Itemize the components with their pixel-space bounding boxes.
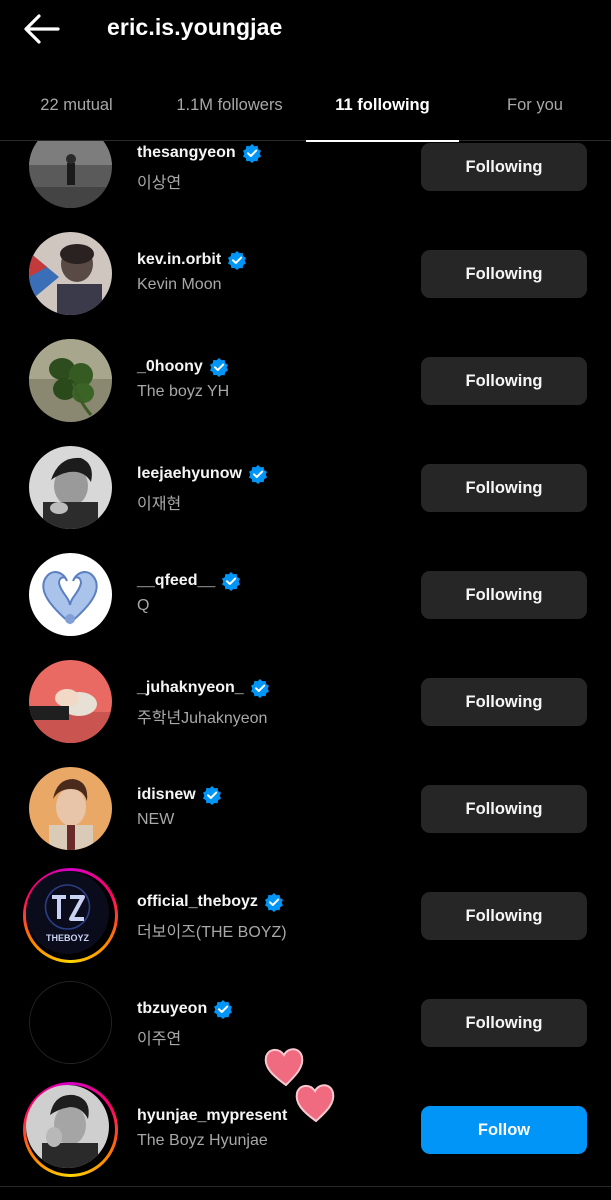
avatar[interactable]: THEBOYZ — [26, 871, 109, 954]
username[interactable]: idisnew — [137, 786, 196, 804]
avatar[interactable] — [29, 339, 112, 422]
verified-badge-icon — [209, 358, 228, 377]
following-button[interactable]: Following — [421, 357, 587, 405]
verified-badge-icon — [214, 1000, 233, 1019]
username[interactable]: _juhaknyeon_ — [137, 679, 244, 697]
full-name: 이재현 — [137, 496, 182, 513]
avatar[interactable] — [26, 1085, 109, 1168]
list-item[interactable]: thesangyeon 이상연 Following — [0, 141, 611, 220]
following-button[interactable]: Following — [421, 785, 587, 833]
list-item[interactable]: __qfeed__ Q Following — [0, 541, 611, 648]
username[interactable]: official_theboyz — [137, 893, 258, 911]
verified-badge-icon — [264, 893, 283, 912]
avatar[interactable] — [29, 232, 112, 315]
tab-bar: 22 mutual 1.1M followers 11 following Fo… — [0, 84, 611, 142]
following-button[interactable]: Following — [421, 999, 587, 1047]
full-name: 주학년Juhaknyeon — [137, 710, 268, 727]
theboyz-logo-text: THEBOYZ — [46, 933, 90, 943]
following-button[interactable]: Following — [421, 250, 587, 298]
list-item[interactable]: kev.in.orbit Kevin Moon Following — [0, 220, 611, 327]
list-item[interactable]: THEBOYZ official_theboyz 더보이즈(THE BOYZ) … — [0, 862, 611, 969]
full-name: 더보이즈(THE BOYZ) — [137, 924, 287, 941]
following-button[interactable]: Following — [421, 571, 587, 619]
username[interactable]: thesangyeon — [137, 144, 236, 162]
avatar[interactable] — [29, 446, 112, 529]
page-title: eric.is.youngjae — [107, 14, 283, 40]
full-name: Q — [137, 597, 150, 614]
list-item[interactable]: idisnew NEW Following — [0, 755, 611, 862]
verified-badge-icon — [248, 465, 267, 484]
following-list: thesangyeon 이상연 Following kev.in.orbit K… — [0, 141, 611, 1200]
avatar[interactable] — [29, 660, 112, 743]
username[interactable]: tbzuyeon — [137, 1000, 207, 1018]
story-ring[interactable] — [23, 1082, 118, 1177]
verified-badge-icon — [242, 144, 261, 163]
full-name: 이주연 — [137, 1031, 182, 1048]
list-item[interactable]: _juhaknyeon_ 주학년Juhaknyeon Following — [0, 648, 611, 755]
following-button[interactable]: Following — [421, 892, 587, 940]
list-item[interactable]: tbzuyeon 이주연 Following — [0, 969, 611, 1076]
tab-following[interactable]: 11 following — [306, 84, 459, 142]
full-name: The boyz YH — [137, 383, 230, 400]
tab-followers[interactable]: 1.1M followers — [153, 84, 306, 141]
username[interactable]: leejaehyunow — [137, 465, 242, 483]
list-item[interactable]: hyunjae_mypresent The Boyz Hyunjae Follo… — [0, 1076, 611, 1183]
tab-mutual[interactable]: 22 mutual — [0, 84, 153, 141]
username[interactable]: _0hoony — [137, 358, 203, 376]
verified-badge-icon — [222, 572, 241, 591]
follow-button[interactable]: Follow — [421, 1106, 587, 1154]
verified-badge-icon — [250, 679, 269, 698]
following-button[interactable]: Following — [421, 464, 587, 512]
list-item[interactable]: leejaehyunow 이재현 Following — [0, 434, 611, 541]
story-ring[interactable]: THEBOYZ — [23, 868, 118, 963]
username[interactable]: hyunjae_mypresent — [137, 1107, 287, 1125]
verified-badge-icon — [228, 251, 247, 270]
full-name: 이상연 — [137, 175, 182, 192]
full-name: NEW — [137, 811, 175, 828]
back-arrow-icon[interactable] — [22, 12, 62, 46]
tab-for-you[interactable]: For you — [459, 84, 611, 141]
following-button[interactable]: Following — [421, 143, 587, 191]
avatar[interactable] — [29, 981, 112, 1064]
username[interactable]: __qfeed__ — [137, 572, 215, 590]
username[interactable]: kev.in.orbit — [137, 251, 221, 269]
verified-badge-icon — [202, 786, 221, 805]
list-item[interactable]: _0hoony The boyz YH Following — [0, 327, 611, 434]
full-name: The Boyz Hyunjae — [137, 1132, 268, 1149]
top-bar: eric.is.youngjae — [0, 0, 611, 56]
divider — [0, 1186, 611, 1187]
avatar[interactable] — [29, 553, 112, 636]
avatar[interactable] — [29, 141, 112, 208]
following-button[interactable]: Following — [421, 678, 587, 726]
full-name: Kevin Moon — [137, 276, 222, 293]
avatar[interactable] — [29, 767, 112, 850]
